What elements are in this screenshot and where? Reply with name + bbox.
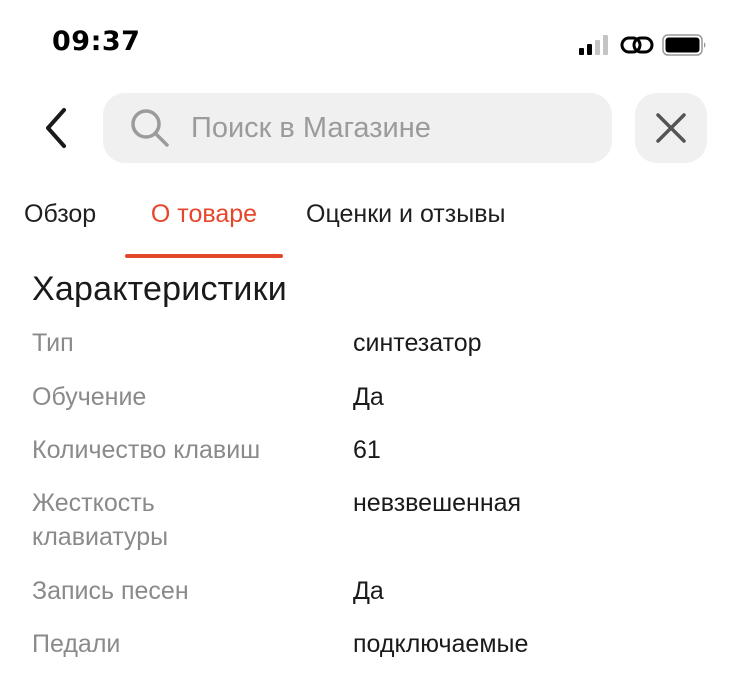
- back-button[interactable]: [30, 102, 82, 154]
- tab-reviews-label: Оценки и отзывы: [306, 200, 506, 228]
- spec-value: подключаемые: [353, 630, 529, 658]
- active-tab-indicator: [125, 254, 283, 258]
- search-box[interactable]: [103, 93, 612, 163]
- spec-value: невзвешенная: [353, 489, 522, 517]
- tab-about-product-label: О товаре: [150, 200, 258, 228]
- spec-label: Жесткость клавиатуры: [32, 489, 169, 551]
- status-icons: [578, 32, 708, 58]
- spec-label: Запись песен: [32, 577, 189, 605]
- status-bar: 09:37: [0, 0, 738, 90]
- spec-value: 61: [353, 436, 381, 464]
- spec-label: Тип: [32, 329, 74, 357]
- battery-icon: [662, 34, 706, 56]
- spec-label: Обучение: [32, 383, 147, 411]
- search-icon: [129, 107, 171, 149]
- tab-overview-label: Обзор: [24, 200, 97, 228]
- chevron-left-icon: [46, 108, 66, 148]
- tab-reviews[interactable]: Оценки и отзывы: [306, 190, 505, 258]
- tab-about-product[interactable]: О товаре: [125, 190, 283, 258]
- spec-value: синтезатор: [353, 329, 482, 357]
- search-input[interactable]: [191, 111, 591, 145]
- signal-icon: [579, 35, 608, 55]
- status-time: 09:37: [52, 26, 141, 57]
- tab-overview[interactable]: Обзор: [24, 190, 96, 258]
- close-button[interactable]: [635, 93, 707, 163]
- spec-label: Количество клавиш: [32, 436, 261, 464]
- close-icon: [656, 113, 686, 143]
- section-title: Характеристики: [32, 270, 287, 308]
- spec-value: Да: [353, 577, 384, 605]
- spec-label: Педали: [32, 630, 121, 658]
- product-tabs: Обзор О товаре Оценки и отзывы: [0, 190, 738, 260]
- spec-value: Да: [353, 383, 384, 411]
- link-icon: [620, 36, 654, 54]
- search-header: [0, 92, 738, 164]
